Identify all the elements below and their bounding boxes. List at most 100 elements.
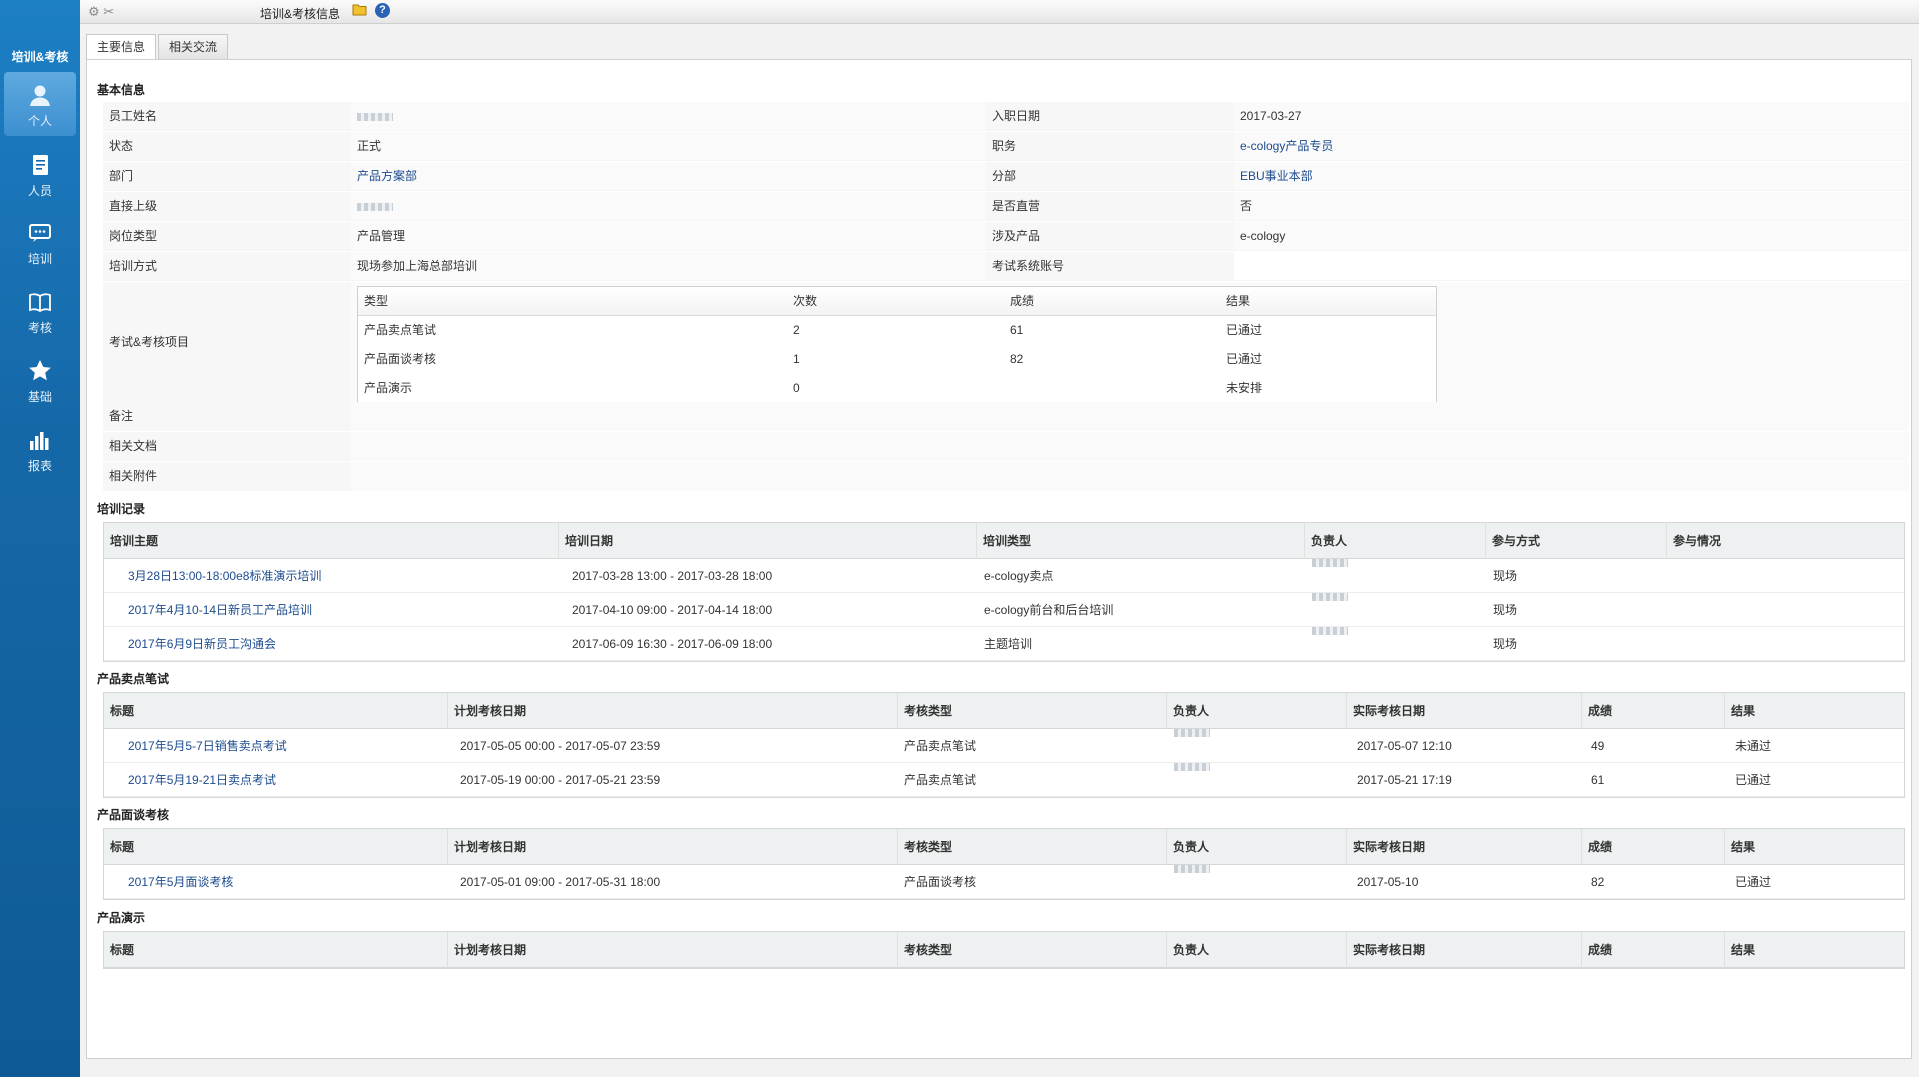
table-row: 2017年4月10-14日新员工产品培训 2017-04-10 09:00 - … bbox=[104, 593, 1904, 627]
info-row: 直接上级 是否直营 否 bbox=[103, 192, 1909, 222]
redacted-text bbox=[1312, 559, 1348, 567]
remark-value bbox=[351, 402, 1909, 431]
cell: 已通过 bbox=[1226, 323, 1263, 337]
sidebar-item-staff[interactable]: 人员 bbox=[4, 142, 76, 206]
cell: 产品卖点笔试 bbox=[364, 323, 437, 337]
exam-title-link[interactable]: 2017年5月19-21日卖点考试 bbox=[128, 763, 276, 797]
redacted-text bbox=[1312, 627, 1348, 635]
tab-main-info[interactable]: 主要信息 bbox=[86, 34, 157, 60]
cell: 现场 bbox=[1493, 603, 1518, 617]
table-header: 标题 计划考核日期 考核类型 负责人 实际考核日期 成绩 结果 bbox=[104, 693, 1904, 729]
window-title-bar: ⚙ ✂ 培训&考核信息 ? bbox=[80, 0, 1919, 24]
attachments-row: 相关附件 bbox=[103, 462, 1909, 492]
table-row: 3月28日13:00-18:00e8标准演示培训 2017-03-28 13:0… bbox=[104, 559, 1904, 593]
column-header: 标题 bbox=[110, 704, 135, 718]
cell: 0 bbox=[793, 381, 800, 395]
info-row: 状态 正式 职务 e-cology产品专员 bbox=[103, 132, 1909, 162]
sidebar-item-label: 基础 bbox=[27, 390, 52, 404]
cell: 49 bbox=[1591, 739, 1605, 753]
column-header: 计划考核日期 bbox=[447, 693, 897, 729]
section-title-written-exam: 产品卖点笔试 bbox=[97, 672, 170, 686]
cell: 61 bbox=[1591, 773, 1605, 787]
redacted-text bbox=[1174, 729, 1210, 737]
cell: e-cology卖点 bbox=[984, 569, 1054, 583]
demo-table: 标题 计划考核日期 考核类型 负责人 实际考核日期 成绩 结果 bbox=[103, 931, 1905, 969]
sidebar-item-assessment[interactable]: 考核 bbox=[4, 279, 76, 343]
info-row: 部门 产品方案部 分部 EBU事业本部 bbox=[103, 162, 1909, 192]
table-row: 2017年5月5-7日销售卖点考试 2017-05-05 00:00 - 201… bbox=[104, 729, 1904, 763]
field-label: 部门 bbox=[103, 162, 351, 191]
cell: 现场 bbox=[1493, 637, 1518, 651]
cell: 61 bbox=[1010, 323, 1024, 337]
redacted-text bbox=[357, 112, 393, 121]
cell: 2017-05-19 00:00 - 2017-05-21 23:59 bbox=[460, 773, 661, 787]
redacted-text bbox=[1174, 865, 1210, 873]
field-label: 员工姓名 bbox=[103, 102, 351, 131]
tab-bar: 主要信息 相关交流 bbox=[86, 34, 230, 60]
table-header: 培训主题 培训日期 培训类型 负责人 参与方式 参与情况 bbox=[104, 523, 1904, 559]
division-link[interactable]: EBU事业本部 bbox=[1234, 162, 1909, 191]
field-value: 产品管理 bbox=[351, 222, 986, 251]
info-row: 员工姓名 入职日期 2017-03-27 bbox=[103, 102, 1909, 132]
training-title-link[interactable]: 3月28日13:00-18:00e8标准演示培训 bbox=[128, 559, 321, 593]
cell: 2 bbox=[793, 323, 800, 337]
field-value: 否 bbox=[1234, 192, 1909, 221]
training-table: 培训主题 培训日期 培训类型 负责人 参与方式 参与情况 3月28日13:00-… bbox=[103, 522, 1905, 662]
docs-row: 相关文档 bbox=[103, 432, 1909, 462]
training-title-link[interactable]: 2017年6月9日新员工沟通会 bbox=[128, 627, 276, 661]
training-title-link[interactable]: 2017年4月10-14日新员工产品培训 bbox=[128, 593, 312, 627]
tab-related-communication[interactable]: 相关交流 bbox=[158, 34, 229, 60]
field-label: 备注 bbox=[103, 402, 351, 431]
sidebar-item-label: 报表 bbox=[27, 459, 52, 473]
cell: 未安排 bbox=[1226, 381, 1263, 395]
help-icon[interactable]: ? bbox=[375, 3, 390, 18]
settings-tools-icon[interactable]: ⚙ ✂ bbox=[88, 4, 114, 20]
cell: e-cology前台和后台培训 bbox=[984, 603, 1114, 617]
sidebar-item-training[interactable]: 培训 bbox=[4, 210, 76, 274]
field-label: 直接上级 bbox=[103, 192, 351, 221]
column-header: 标题 bbox=[110, 943, 135, 957]
star-icon bbox=[29, 360, 51, 381]
cell: 2017-05-10 bbox=[1357, 875, 1419, 889]
column-header: 考核类型 bbox=[897, 693, 1166, 729]
cell: 已通过 bbox=[1735, 773, 1772, 787]
department-link[interactable]: 产品方案部 bbox=[351, 162, 986, 191]
column-header: 负责人 bbox=[1304, 523, 1485, 559]
basic-info-grid: 员工姓名 入职日期 2017-03-27 状态 正式 职务 e-cology产品… bbox=[103, 102, 1909, 282]
sidebar-brand: 培训&考核 bbox=[11, 50, 69, 64]
sidebar-item-basic[interactable]: 基础 bbox=[4, 348, 76, 412]
column-header: 培训主题 bbox=[110, 534, 159, 548]
position-link[interactable]: e-cology产品专员 bbox=[1234, 132, 1909, 161]
exam-title-link[interactable]: 2017年5月面谈考核 bbox=[128, 865, 233, 899]
column-header: 计划考核日期 bbox=[447, 829, 897, 865]
column-header: 参与方式 bbox=[1485, 523, 1666, 559]
sidebar: 培训&考核 个人 人员 培训 考核 基础 报表 bbox=[0, 0, 80, 1077]
supervisor-value[interactable] bbox=[351, 192, 986, 221]
column-header: 实际考核日期 bbox=[1346, 932, 1581, 968]
table-header: 标题 计划考核日期 考核类型 负责人 实际考核日期 成绩 结果 bbox=[104, 829, 1904, 865]
cell: 主题培训 bbox=[984, 637, 1033, 651]
column-header: 实际考核日期 bbox=[1346, 693, 1581, 729]
folder-icon[interactable] bbox=[352, 3, 367, 16]
docs-value bbox=[351, 432, 1909, 461]
sidebar-item-label: 考核 bbox=[27, 321, 52, 335]
table-row: 产品演示 0 未安排 bbox=[358, 374, 1436, 403]
field-label: 状态 bbox=[103, 132, 351, 161]
cell: 82 bbox=[1010, 352, 1024, 366]
redacted-text bbox=[1312, 593, 1348, 601]
attachments-value bbox=[351, 462, 1909, 491]
table-row: 2017年5月面谈考核 2017-05-01 09:00 - 2017-05-3… bbox=[104, 865, 1904, 899]
table-row: 2017年6月9日新员工沟通会 2017-06-09 16:30 - 2017-… bbox=[104, 627, 1904, 661]
redacted-text bbox=[1174, 763, 1210, 771]
field-label: 是否直营 bbox=[986, 192, 1234, 221]
column-header: 负责人 bbox=[1166, 829, 1346, 865]
sidebar-item-personal[interactable]: 个人 bbox=[4, 72, 76, 136]
exam-title-link[interactable]: 2017年5月5-7日销售卖点考试 bbox=[128, 729, 287, 763]
table-row: 产品面谈考核 1 82 已通过 bbox=[358, 345, 1436, 374]
cell: 产品卖点笔试 bbox=[904, 773, 977, 787]
sidebar-item-reports[interactable]: 报表 bbox=[4, 417, 76, 481]
cell: 产品面谈考核 bbox=[364, 352, 437, 366]
cell: 2017-04-10 09:00 - 2017-04-14 18:00 bbox=[572, 603, 773, 617]
cell: 2017-03-28 13:00 - 2017-03-28 18:00 bbox=[572, 569, 773, 583]
cell: 82 bbox=[1591, 875, 1605, 889]
